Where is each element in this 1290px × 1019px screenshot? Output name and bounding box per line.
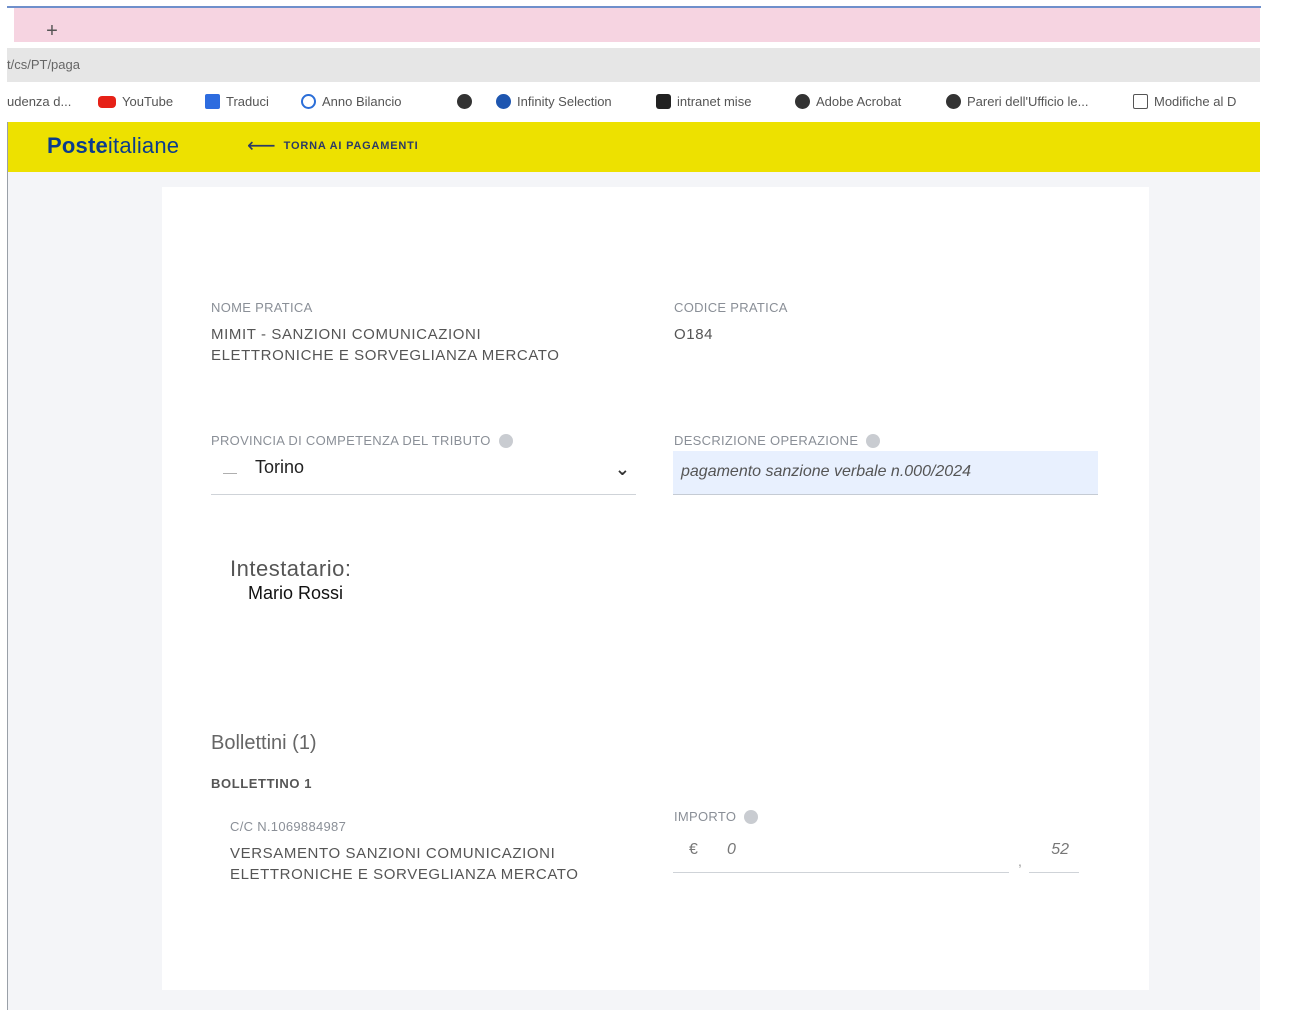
bookmark-intranet-mise[interactable]: intranet mise xyxy=(656,94,751,109)
conto-corrente: C/C N.1069884987 xyxy=(230,819,346,834)
bookmark-label: YouTube xyxy=(122,94,174,109)
payment-form-card: NOME PRATICA MIMIT - SANZIONI COMUNICAZI… xyxy=(162,187,1149,990)
decimal-separator: , xyxy=(1018,853,1022,869)
back-to-payments-link[interactable]: ⟵ TORNA AI PAGAMENTI xyxy=(247,135,419,157)
importo-label: IMPORTO xyxy=(674,809,759,824)
poste-header: Posteitaliane ⟵ TORNA AI PAGAMENTI xyxy=(7,122,1260,172)
globe-icon xyxy=(795,94,810,109)
amount-integer-input[interactable]: € 0 xyxy=(673,835,1009,873)
codice-pratica-value: O184 xyxy=(674,326,714,343)
bookmark-infinity-selection[interactable]: Infinity Selection xyxy=(496,94,612,109)
bookmark-traduci[interactable]: Traduci xyxy=(205,94,269,109)
tab-strip: + xyxy=(14,8,1260,42)
descrizione-label: DESCRIZIONE OPERAZIONE xyxy=(674,433,881,448)
provincia-label-text: PROVINCIA DI COMPETENZA DEL TRIBUTO xyxy=(211,433,491,448)
amount-decimal-value: 52 xyxy=(1051,841,1069,858)
bookmark-label: Pareri dell'Ufficio le... xyxy=(967,94,1089,109)
codice-pratica-label: CODICE PRATICA xyxy=(674,300,788,315)
select-dash: — xyxy=(223,464,237,480)
info-icon[interactable] xyxy=(498,433,513,448)
descrizione-input-value: pagamento sanzione verbale n.000/2024 xyxy=(681,463,971,480)
info-icon[interactable] xyxy=(866,433,881,448)
bookmark-label: Anno Bilancio xyxy=(322,94,402,109)
bookmark-label: Adobe Acrobat xyxy=(816,94,902,109)
descrizione-label-text: DESCRIZIONE OPERAZIONE xyxy=(674,433,859,448)
poste-logo[interactable]: Posteitaliane xyxy=(47,133,179,159)
bookmarks-bar: udenza d... YouTube Traduci Anno Bilanci… xyxy=(7,88,1260,116)
bookmark-label: udenza d... xyxy=(7,94,72,109)
window-right-margin xyxy=(1261,0,1290,1019)
window-left-edge xyxy=(7,122,8,1010)
nome-pratica-value: MIMIT - SANZIONI COMUNICAZIONI ELETTRONI… xyxy=(211,326,560,364)
bookmark-label: Infinity Selection xyxy=(517,94,612,109)
euro-icon: € xyxy=(689,841,698,858)
address-bar-url[interactable]: t/cs/PT/paga xyxy=(7,57,80,72)
translate-icon xyxy=(205,94,220,109)
bookmark-anno-bilancio[interactable]: Anno Bilancio xyxy=(301,94,402,109)
provincia-label: PROVINCIA DI COMPETENZA DEL TRIBUTO xyxy=(211,433,513,448)
bookmark-adobe-acrobat[interactable]: Adobe Acrobat xyxy=(795,94,901,109)
causale-value: VERSAMENTO SANZIONI COMUNICAZIONI ELETTR… xyxy=(230,845,579,883)
address-bar[interactable]: t/cs/PT/paga xyxy=(7,48,1260,82)
amount-decimal-input[interactable]: 52 xyxy=(1029,835,1079,873)
chevron-down-icon: ⌄ xyxy=(614,459,630,479)
intranet-icon xyxy=(656,94,671,109)
bookmark-youtube[interactable]: YouTube xyxy=(98,94,173,109)
provincia-selected-value: Torino xyxy=(255,457,305,477)
conto-corrente-text: C/C N.1069884987 xyxy=(230,819,347,834)
logo-bold: Poste xyxy=(47,133,108,158)
intestatario-title: Intestatario: xyxy=(230,556,352,581)
nome-pratica-label: NOME PRATICA xyxy=(211,300,313,315)
bollettini-title: Bollettini (1) xyxy=(211,732,317,754)
amount-integer-value: 0 xyxy=(727,841,736,858)
intestatario-name: Mario Rossi xyxy=(248,583,344,603)
logo-light: italiane xyxy=(107,133,180,158)
bollettino-item-label: BOLLETTINO 1 xyxy=(211,776,313,791)
new-tab-button[interactable]: + xyxy=(40,20,64,44)
bookmark-pareri[interactable]: Pareri dell'Ufficio le... xyxy=(946,94,1088,109)
bookmark-globe[interactable] xyxy=(457,94,472,109)
nome-pratica-label-text: NOME PRATICA xyxy=(211,300,313,315)
bookmark-label: Traduci xyxy=(226,94,269,109)
bookmark-modifiche[interactable]: Modifiche al D xyxy=(1133,94,1236,109)
info-icon[interactable] xyxy=(744,809,759,824)
bookmark-label: intranet mise xyxy=(677,94,752,109)
globe-icon xyxy=(946,94,961,109)
codice-pratica-label-text: CODICE PRATICA xyxy=(674,300,788,315)
provincia-select[interactable]: — Torino ⌄ xyxy=(211,455,636,495)
arrow-left-icon: ⟵ xyxy=(247,135,276,157)
infinity-icon xyxy=(496,94,511,109)
bookmark-label: Modifiche al D xyxy=(1154,94,1237,109)
document-icon xyxy=(1133,94,1148,109)
link-icon xyxy=(301,94,316,109)
bookmark-udienza[interactable]: udenza d... xyxy=(7,94,71,109)
descrizione-input[interactable]: pagamento sanzione verbale n.000/2024 xyxy=(673,451,1098,495)
globe-icon xyxy=(457,94,472,109)
back-link-label: TORNA AI PAGAMENTI xyxy=(283,140,419,152)
importo-label-text: IMPORTO xyxy=(674,809,737,824)
youtube-icon xyxy=(98,95,116,108)
